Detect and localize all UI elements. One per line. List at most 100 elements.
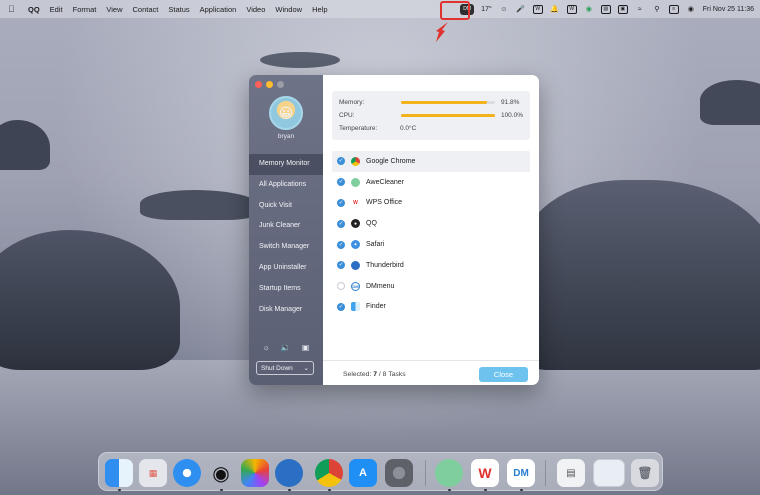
running-indicator — [520, 488, 523, 491]
screen-record-icon[interactable]: ▣ — [617, 4, 628, 14]
selected-suffix: / 8 Tasks — [377, 371, 406, 378]
sidebar-item-junk-cleaner[interactable]: Junk Cleaner — [249, 216, 323, 237]
list-item[interactable]: ✓ W WPS Office — [332, 193, 530, 214]
list-item[interactable]: ✓ ● QQ — [332, 213, 530, 234]
menu-clock[interactable]: Fri Nov 25 11:36 — [703, 6, 754, 13]
emoji-icon[interactable]: ☺ — [499, 5, 509, 14]
shutdown-dropdown[interactable]: Shut Down ⌄ — [256, 361, 314, 375]
dock-system-preferences-icon[interactable] — [385, 459, 413, 487]
wps-office-icon: W — [351, 198, 360, 208]
app-name: WPS Office — [366, 199, 403, 207]
checkbox[interactable]: ✓ — [337, 261, 345, 270]
dock-preview-icon[interactable]: ▤ — [557, 459, 585, 487]
siri-icon[interactable]: ◉ — [686, 5, 696, 14]
username: bryan — [277, 133, 295, 140]
running-indicator — [288, 488, 291, 491]
volume-icon[interactable]: 🔉 — [281, 343, 291, 352]
dock-finder-icon[interactable] — [105, 459, 133, 487]
temperature-status[interactable]: 17° — [481, 6, 492, 13]
dock-app-store-icon[interactable]: A — [349, 459, 377, 487]
selected-prefix: Selected: — [343, 371, 374, 378]
dock-separator — [545, 460, 546, 486]
menu-bar:  QQ Edit Format View Contact Status App… — [0, 0, 760, 18]
menu-window[interactable]: Window — [275, 5, 302, 14]
checkbox[interactable]: ✓ — [337, 178, 345, 187]
menu-status[interactable]: Status — [168, 5, 189, 14]
cleaner-status-icon[interactable]: ▨ — [600, 4, 611, 14]
dock-separator — [425, 460, 426, 486]
sidebar-item-memory-monitor[interactable]: Memory Monitor — [249, 154, 323, 175]
search-icon[interactable]: ⚲ — [652, 5, 662, 14]
dock-chrome-icon[interactable] — [315, 459, 343, 487]
sidebar-item-switch-manager[interactable]: Switch Manager — [249, 237, 323, 258]
dock-qq-icon[interactable]: ◉ — [207, 459, 235, 487]
menu-view[interactable]: View — [106, 5, 122, 14]
app-name: DMmenu — [366, 282, 395, 290]
wifi-icon[interactable]: ≈ — [635, 5, 645, 14]
list-item[interactable]: ✓ Google Chrome — [332, 151, 530, 172]
dock-launchpad-icon[interactable]: ▦ — [139, 459, 167, 487]
sidebar-icons: ☼ 🔉 ▣ — [249, 343, 323, 352]
zoom-window-button[interactable] — [277, 81, 284, 88]
wps-status-icon[interactable]: W — [566, 4, 577, 14]
running-indicator — [118, 488, 121, 491]
apple-icon[interactable]:  — [8, 4, 20, 14]
checkbox[interactable]: ✓ — [337, 219, 345, 228]
microphone-icon[interactable]: 🎤 — [516, 5, 526, 14]
shield-icon[interactable]: ◉ — [584, 5, 594, 14]
avatar[interactable]: 😀 — [269, 96, 303, 130]
wallpaper-rock — [0, 230, 180, 370]
app-window: 😀 bryan Memory Monitor All Applications … — [249, 75, 539, 385]
sidebar-item-startup-items[interactable]: Startup Items — [249, 279, 323, 300]
dock-photos-icon[interactable] — [241, 459, 269, 487]
menu-help[interactable]: Help — [312, 5, 327, 14]
dock-trash-icon[interactable]: 🗑 — [631, 459, 659, 487]
sidebar: 😀 bryan Memory Monitor All Applications … — [249, 75, 323, 385]
list-item[interactable]: ✓ Finder — [332, 297, 530, 318]
checkbox[interactable]: ✓ — [337, 198, 345, 207]
checkbox[interactable] — [337, 282, 345, 291]
w-app-icon[interactable]: W — [532, 4, 543, 14]
control-center-icon[interactable]: ≡ — [668, 4, 679, 14]
sidebar-item-disk-manager[interactable]: Disk Manager — [249, 300, 323, 321]
dock-thunderbird-icon[interactable] — [275, 459, 303, 487]
minimize-window-button[interactable] — [266, 81, 273, 88]
checkbox[interactable]: ✓ — [337, 157, 345, 166]
list-item[interactable]: ✓ AweCleaner — [332, 172, 530, 193]
menu-edit[interactable]: Edit — [50, 5, 63, 14]
dock-safari-icon[interactable] — [173, 459, 201, 487]
menu-video[interactable]: Video — [246, 5, 265, 14]
list-item[interactable]: DM DMmenu — [332, 276, 530, 297]
dock-wps-office-icon[interactable]: W — [471, 459, 499, 487]
close-window-button[interactable] — [255, 81, 262, 88]
wallpaper-rock — [140, 190, 260, 220]
bell-icon[interactable]: 🔔 — [550, 5, 560, 14]
list-item[interactable]: ✓ Thunderbird — [332, 255, 530, 276]
checkbox[interactable]: ✓ — [337, 302, 345, 311]
temperature-value: 0.0°C — [400, 125, 417, 132]
menu-app-name[interactable]: QQ — [28, 5, 40, 14]
dmmenu-icon: DM — [351, 281, 360, 291]
sun-icon[interactable]: ☼ — [263, 343, 270, 352]
selected-count-text: Selected: 7 / 8 Tasks — [343, 371, 406, 378]
sidebar-item-app-uninstaller[interactable]: App Uninstaller — [249, 258, 323, 279]
cpu-bar-fill — [400, 114, 495, 117]
status-area: DM 17° ☺ 🎤 W 🔔 W ◉ ▨ ▣ ≈ ⚲ ≡ ◉ Fri Nov 2… — [460, 0, 754, 18]
app-name: AweCleaner — [366, 178, 405, 186]
checkbox[interactable]: ✓ — [337, 240, 345, 249]
sidebar-item-all-applications[interactable]: All Applications — [249, 175, 323, 196]
app-name: Finder — [366, 303, 386, 311]
highlight-box — [440, 1, 470, 20]
app-name: Thunderbird — [366, 261, 404, 269]
menu-application[interactable]: Application — [200, 5, 237, 14]
qq-icon: ● — [351, 219, 360, 229]
display-icon[interactable]: ▣ — [302, 343, 310, 352]
list-item[interactable]: ✓ ✦ Safari — [332, 234, 530, 255]
dock-awecleaner-icon[interactable] — [435, 459, 463, 487]
sidebar-item-quick-visit[interactable]: Quick Visit — [249, 196, 323, 217]
menu-contact[interactable]: Contact — [133, 5, 159, 14]
dock-window-thumbnail[interactable] — [593, 459, 625, 487]
dock-dmmenu-icon[interactable]: DM — [507, 459, 535, 487]
menu-format[interactable]: Format — [73, 5, 97, 14]
close-button[interactable]: Close — [479, 367, 528, 382]
